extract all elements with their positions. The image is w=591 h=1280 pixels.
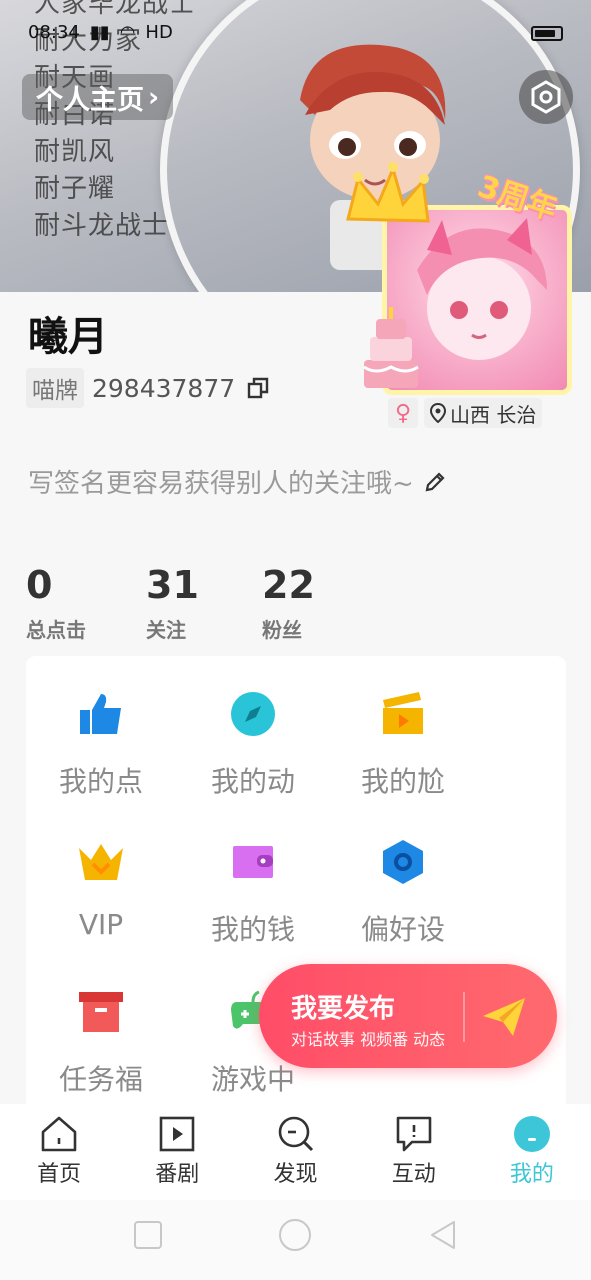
grid-item-label: 任务福 [58,1063,143,1096]
grid-item-preferences[interactable]: 偏好设 [328,838,478,948]
network-type: HD [145,22,173,43]
grid-item-tasks[interactable]: 任务福 [26,988,176,1098]
location-pin-icon [430,403,446,423]
copy-icon[interactable] [247,377,269,399]
grid-item-vip[interactable]: VIP [26,838,176,941]
crown-icon [79,844,123,880]
chevron-right-icon: › [148,81,160,113]
publish-subtitle: 对话故事 视频番 动态 [291,1030,446,1049]
nav-profile[interactable]: 我的 [473,1104,591,1200]
nav-label: 番剧 [155,1162,200,1187]
edit-pencil-icon [425,471,445,491]
play-icon [159,1116,195,1152]
nav-anime[interactable]: 番剧 [118,1104,236,1200]
profile-badges: ♀ 山西 长治 [388,398,543,428]
personal-homepage-label: 个人主页 [36,84,144,116]
nav-label: 互动 [391,1162,436,1187]
crown-decoration-icon [346,162,430,223]
signature-edit[interactable]: 写签名更容易获得别人的关注哦~ [28,463,446,500]
id-row: 喵牌 298437877 [26,368,269,408]
stat-value: 22 [262,563,315,607]
nav-home[interactable]: 首页 [0,1104,118,1200]
stat-label: 关注 [146,618,186,642]
thumbs-up-icon [80,694,121,734]
location-text: 山西 长治 [450,402,537,427]
grid-item-wallet[interactable]: 我的钱 [178,838,328,948]
stat-following[interactable]: 31 关注 [146,562,262,643]
profile-icon [513,1116,550,1152]
grid-item-label: 我的钱 [210,913,295,946]
battery-icon [531,26,563,41]
system-nav-bar [0,1200,591,1280]
publish-divider [463,992,465,1042]
avatar-frame[interactable]: 3周年 [346,162,582,405]
home-icon [41,1116,77,1152]
home-circle-icon[interactable] [278,1218,312,1252]
hexagon-settings-icon [383,840,423,884]
grid-item-label: 我的尬 [360,765,445,798]
recent-apps-icon[interactable] [133,1220,163,1250]
nav-interact[interactable]: 互动 [355,1104,473,1200]
status-time: 08:34 [28,22,80,43]
publish-title: 我要发布 [291,994,396,1024]
hexagon-settings-icon [531,80,561,114]
wifi-icon: ◠ [119,22,136,43]
stat-total-clicks[interactable]: 0 总点击 [26,562,146,643]
nav-discover[interactable]: 发现 [236,1104,354,1200]
signature-text: 写签名更容易获得别人的关注哦~ [28,469,414,499]
paper-plane-icon [483,998,525,1036]
search-icon [278,1116,313,1152]
stat-followers[interactable]: 22 粉丝 [262,562,382,643]
gender-female-icon: ♀ [388,398,418,428]
id-tag: 喵牌 [26,368,84,408]
clapperboard-icon [383,692,423,734]
grid-item-label: VIP [78,908,124,941]
signal-icon: ▮▮ [89,22,110,43]
grid-item-label: 我的动 [210,765,295,798]
back-triangle-icon[interactable] [428,1220,458,1250]
stat-value: 31 [146,563,199,607]
grid-item-label: 我的点 [58,765,143,798]
status-bar: 08:34 ▮▮ ◠ HD [28,22,173,43]
profile-name: 曦月 [28,314,108,360]
grid-item-likes[interactable]: 我的点 [26,690,176,800]
user-id: 298437877 [92,373,236,403]
settings-button[interactable] [519,70,573,124]
grid-item-awkward[interactable]: 我的尬 [328,690,478,800]
grid-item-label: 偏好设 [360,913,445,946]
stat-label: 总点击 [26,618,86,642]
compass-icon [231,692,275,736]
nav-label: 首页 [37,1162,82,1187]
wallet-icon [233,846,273,878]
stat-label: 粉丝 [262,618,302,642]
chat-icon [396,1116,432,1152]
nav-label: 我的 [509,1162,554,1187]
grid-item-moments[interactable]: 我的动 [178,690,328,800]
location-badge: 山西 长治 [424,398,543,428]
cake-decoration-icon [363,307,419,388]
stat-value: 0 [26,563,53,607]
personal-homepage-link[interactable]: 个人主页 › [22,74,174,120]
publish-button[interactable]: 我要发布 对话故事 视频番 动态 [259,964,557,1068]
nav-label: 发现 [273,1162,318,1187]
profile-stats: 0 总点击 31 关注 22 粉丝 [26,562,382,643]
bottom-nav: 首页 番剧 发现 互动 我的 [0,1104,591,1200]
gift-box-icon [79,992,123,1032]
